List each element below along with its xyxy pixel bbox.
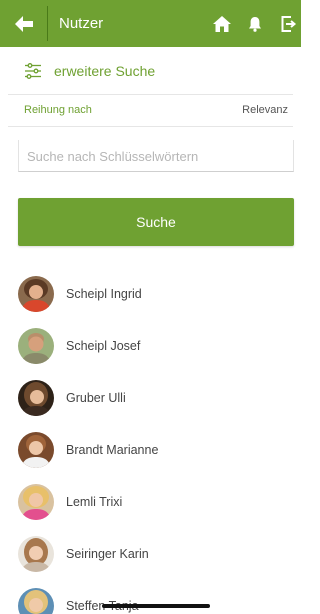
search-input[interactable]: [19, 140, 293, 170]
home-indicator: [102, 604, 210, 608]
user-list-item[interactable]: Scheipl Josef: [0, 320, 301, 372]
sort-value[interactable]: Relevanz: [242, 104, 288, 116]
user-list-item[interactable]: Seiringer Karin: [0, 528, 301, 580]
divider: [8, 126, 293, 127]
avatar: [18, 276, 54, 312]
home-icon: [213, 15, 231, 32]
avatar: [18, 432, 54, 468]
search-field[interactable]: [18, 140, 294, 172]
bell-icon: [249, 16, 261, 32]
home-button[interactable]: [207, 0, 237, 47]
logout-icon: [281, 15, 297, 32]
notifications-button[interactable]: [240, 0, 270, 47]
back-button[interactable]: [0, 0, 47, 47]
user-list-item[interactable]: Steffen Tanja: [0, 580, 301, 614]
search-button[interactable]: Suche: [18, 198, 294, 246]
advanced-search-toggle[interactable]: erweitere Suche: [0, 52, 301, 92]
appbar-divider: [47, 6, 48, 41]
sort-selector[interactable]: Reihung nach Relevanz: [0, 100, 301, 122]
advanced-search-label: erweitere Suche: [54, 63, 156, 79]
user-name: Seiringer Karin: [66, 547, 149, 561]
sort-label: Reihung nach: [24, 104, 92, 116]
user-list-item[interactable]: Brandt Marianne: [0, 424, 301, 476]
user-name: Lemli Trixi: [66, 495, 123, 509]
logout-button[interactable]: [274, 0, 304, 47]
avatar: [18, 328, 54, 364]
user-name: Scheipl Ingrid: [66, 287, 142, 301]
user-list-item[interactable]: Lemli Trixi: [0, 476, 301, 528]
page-title: Nutzer: [59, 15, 104, 32]
avatar: [18, 484, 54, 520]
user-name: Gruber Ulli: [66, 391, 126, 405]
filter-sliders-icon: [25, 63, 41, 79]
app-bar: Nutzer: [0, 0, 301, 47]
avatar: [18, 536, 54, 572]
user-list-item[interactable]: Gruber Ulli: [0, 372, 301, 424]
divider: [8, 94, 293, 95]
user-name: Brandt Marianne: [66, 443, 159, 457]
user-name: Scheipl Josef: [66, 339, 141, 353]
avatar: [18, 588, 54, 614]
avatar: [18, 380, 54, 416]
user-list-item[interactable]: Scheipl Ingrid: [0, 268, 301, 320]
back-arrow-icon: [14, 15, 33, 32]
